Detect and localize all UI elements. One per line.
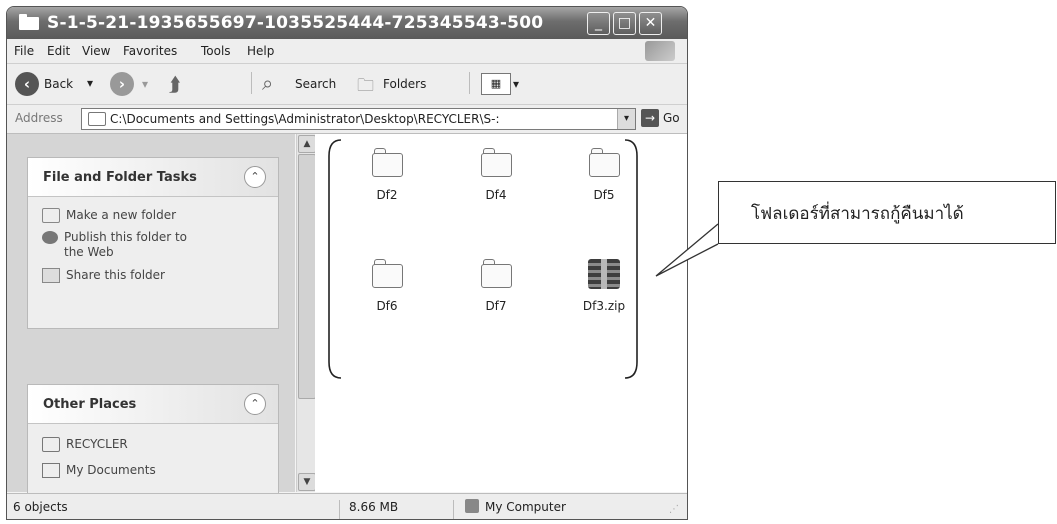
title-bar[interactable]: S-1-5-21-1935655697-1035525444-725345543… <box>7 7 687 39</box>
folder-icon <box>481 148 512 177</box>
scroll-up-icon[interactable]: ▲ <box>298 135 316 153</box>
task-pane: File and Folder Tasks ⌃ Make a new folde… <box>7 134 295 496</box>
new-folder-icon <box>42 208 60 223</box>
callout-box: โฟลเดอร์ที่สามารถกู้คืนมาได้ <box>718 181 1056 244</box>
total-size: 8.66 MB <box>349 500 399 514</box>
callout-text: โฟลเดอร์ที่สามารถกู้คืนมาได้ <box>751 204 964 224</box>
toolbar: ‹ Back ▾ › ▾ ⮭ ⌕ Search 🗀 Folders ▦ ▾ <box>7 64 687 105</box>
panel-title: File and Folder Tasks <box>43 170 197 185</box>
explorer-window: S-1-5-21-1935655697-1035525444-725345543… <box>6 6 688 520</box>
close-button[interactable]: ✕ <box>639 12 662 35</box>
address-label: Address <box>15 111 63 125</box>
address-value: C:\Documents and Settings\Administrator\… <box>110 112 500 126</box>
file-name: Df5 <box>593 188 615 202</box>
task-publish-folder[interactable]: Publish this folder to <box>42 230 187 244</box>
folder-icon <box>372 259 403 288</box>
address-dropdown-icon[interactable]: ▾ <box>617 109 635 129</box>
scroll-down-icon[interactable]: ▼ <box>298 473 316 491</box>
minimize-button[interactable]: _ <box>587 12 610 35</box>
callout-pointer <box>655 223 719 277</box>
back-dropdown-icon[interactable]: ▾ <box>87 76 93 90</box>
file-list: Df2 Df4 Df5 Df6 Df7 Df3.zip <box>315 134 687 492</box>
task-publish-folder-line2[interactable]: the Web <box>64 245 114 259</box>
file-folder-tasks-panel: File and Folder Tasks ⌃ Make a new folde… <box>27 157 279 329</box>
menu-bar: File Edit View Favorites Tools Help <box>7 39 687 64</box>
folder-icon <box>19 14 39 30</box>
collapse-chevron-icon[interactable]: ⌃ <box>244 166 266 188</box>
menu-tools[interactable]: Tools <box>201 44 231 58</box>
file-item[interactable]: Df7 <box>451 259 541 313</box>
forward-arrow-icon[interactable]: › <box>110 72 134 96</box>
panel-header[interactable]: File and Folder Tasks ⌃ <box>28 158 278 197</box>
panel-header[interactable]: Other Places ⌃ <box>28 385 278 424</box>
task-new-folder[interactable]: Make a new folder <box>42 208 176 223</box>
search-icon[interactable]: ⌕ <box>262 71 273 95</box>
file-name: Df6 <box>376 299 398 313</box>
globe-icon <box>42 231 58 244</box>
file-name: Df2 <box>376 188 398 202</box>
task-share-folder[interactable]: Share this folder <box>42 268 165 283</box>
views-icon[interactable]: ▦ <box>481 73 511 95</box>
folders-icon[interactable]: 🗀 <box>357 73 374 102</box>
folder-icon <box>88 112 106 126</box>
go-button[interactable]: Go <box>663 111 680 125</box>
location: My Computer <box>485 500 566 514</box>
documents-icon <box>42 463 60 478</box>
file-item[interactable]: Df2 <box>342 148 432 202</box>
forward-dropdown-icon[interactable]: ▾ <box>142 77 148 91</box>
folder-icon <box>372 148 403 177</box>
menu-help[interactable]: Help <box>247 44 274 58</box>
menu-view[interactable]: View <box>82 44 110 58</box>
scroll-thumb[interactable] <box>298 154 316 399</box>
search-button[interactable]: Search <box>295 77 336 91</box>
back-button[interactable]: Back <box>44 77 73 91</box>
back-arrow-icon[interactable]: ‹ <box>15 72 39 96</box>
maximize-button[interactable]: □ <box>613 12 636 35</box>
views-dropdown-icon[interactable]: ▾ <box>513 77 519 91</box>
folder-icon <box>589 148 620 177</box>
menu-edit[interactable]: Edit <box>47 44 70 58</box>
folders-button[interactable]: Folders <box>383 77 426 91</box>
window-title: S-1-5-21-1935655697-1035525444-725345543… <box>47 13 544 33</box>
object-count: 6 objects <box>13 500 68 514</box>
file-name: Df3.zip <box>582 299 626 313</box>
computer-icon <box>465 499 479 513</box>
up-folder-icon[interactable]: ⮭ <box>169 72 181 96</box>
panel-title: Other Places <box>43 397 137 412</box>
task-pane-scrollbar[interactable]: ▲ ▼ <box>296 134 316 492</box>
file-item[interactable]: Df5 <box>559 148 649 202</box>
file-item[interactable]: Df6 <box>342 259 432 313</box>
collapse-chevron-icon[interactable]: ⌃ <box>244 393 266 415</box>
folder-icon <box>42 437 60 452</box>
menu-file[interactable]: File <box>14 44 34 58</box>
zip-archive-icon <box>588 259 620 289</box>
address-bar: Address C:\Documents and Settings\Admini… <box>7 105 687 134</box>
go-arrow-icon[interactable]: → <box>641 109 659 127</box>
file-item[interactable]: Df4 <box>451 148 541 202</box>
resize-grip-icon[interactable]: ⋰ <box>669 504 679 515</box>
windows-logo-icon <box>645 41 675 61</box>
other-places-panel: Other Places ⌃ RECYCLER My Documents <box>27 384 279 496</box>
file-item[interactable]: Df3.zip <box>559 259 649 313</box>
folder-icon <box>481 259 512 288</box>
menu-favorites[interactable]: Favorites <box>123 44 177 58</box>
status-bar: 6 objects 8.66 MB My Computer ⋰ <box>7 493 687 519</box>
place-recycler[interactable]: RECYCLER <box>42 437 128 452</box>
address-input[interactable]: C:\Documents and Settings\Administrator\… <box>81 108 636 130</box>
file-name: Df4 <box>485 188 507 202</box>
file-name: Df7 <box>485 299 507 313</box>
place-my-documents[interactable]: My Documents <box>42 463 156 478</box>
share-folder-icon <box>42 268 60 283</box>
